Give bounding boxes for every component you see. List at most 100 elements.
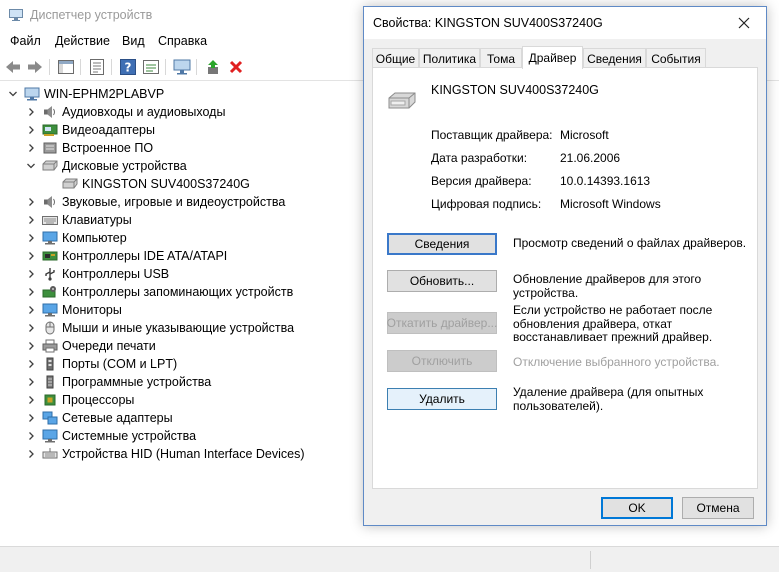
menu-help[interactable]: Справка <box>158 34 207 48</box>
tree-category-item[interactable]: Дисковые устройства <box>26 157 187 175</box>
mouse-icon <box>42 321 58 335</box>
chevron-right-icon[interactable] <box>26 341 36 351</box>
computer-icon <box>24 87 40 101</box>
tree-category-item[interactable]: Контроллеры USB <box>26 265 169 283</box>
tab-details[interactable]: Сведения <box>583 48 646 68</box>
properties-button[interactable] <box>87 57 107 77</box>
tree-category-item[interactable]: Контроллеры запоминающих устройств <box>26 283 293 301</box>
usb-icon <box>42 267 58 281</box>
disk-drive-icon <box>62 177 78 191</box>
chevron-right-icon[interactable] <box>26 413 36 423</box>
tree-item-label: Очереди печати <box>62 339 156 353</box>
svg-text:?: ? <box>125 61 132 75</box>
tree-category-item[interactable]: Компьютер <box>26 229 127 247</box>
tree-item-label: Мониторы <box>62 303 122 317</box>
driver-provider-value: Microsoft <box>560 128 609 142</box>
tree-category-item[interactable]: Системные устройства <box>26 427 196 445</box>
tree-category-item[interactable]: Звуковые, игровые и видеоустройства <box>26 193 285 211</box>
update-driver-icon <box>208 60 218 74</box>
forward-button[interactable] <box>25 57 45 77</box>
chevron-right-icon[interactable] <box>26 449 36 459</box>
chevron-right-icon[interactable] <box>26 323 36 333</box>
chevron-right-icon[interactable] <box>26 125 36 135</box>
digital-signer-label: Цифровая подпись: <box>431 197 542 211</box>
tree-category-item[interactable]: Видеоадаптеры <box>26 121 155 139</box>
uninstall-icon <box>229 60 243 74</box>
driver-tab-panel: KINGSTON SUV400S37240G Поставщик драйвер… <box>372 67 758 489</box>
chevron-right-icon[interactable] <box>26 395 36 405</box>
tree-child-item[interactable]: KINGSTON SUV400S37240G <box>62 175 250 193</box>
tree-category-item[interactable]: Мониторы <box>26 301 122 319</box>
uninstall-driver-button[interactable]: Удалить <box>387 388 497 410</box>
tree-item-label: Встроенное ПО <box>62 141 154 155</box>
tab-volumes[interactable]: Тома <box>480 48 522 68</box>
update-driver-button[interactable] <box>203 57 223 77</box>
tree-category-item[interactable]: Аудиовходы и аудиовыходы <box>26 103 225 121</box>
tree-category-item[interactable]: Мыши и иные указывающие устройства <box>26 319 294 337</box>
tree-root-label: WIN-EPHM2PLABVP <box>44 87 165 101</box>
chevron-down-icon[interactable] <box>26 161 36 171</box>
tree-category-item[interactable]: Контроллеры IDE ATA/ATAPI <box>26 247 227 265</box>
menu-view[interactable]: Вид <box>122 34 145 48</box>
chevron-right-icon[interactable] <box>26 287 36 297</box>
tree-category-item[interactable]: Встроенное ПО <box>26 139 153 157</box>
tab-policy[interactable]: Политика <box>419 48 480 68</box>
scan-hardware-button[interactable] <box>172 57 192 77</box>
help-button[interactable]: ? <box>118 57 138 77</box>
action-view-button[interactable] <box>141 57 161 77</box>
menu-action[interactable]: Действие <box>55 34 110 48</box>
roll-back-driver-button[interactable]: Откатить драйвер... <box>387 312 497 334</box>
driver-provider-label: Поставщик драйвера: <box>431 128 553 142</box>
driver-details-button[interactable]: Сведения <box>387 233 497 255</box>
chevron-down-icon[interactable] <box>8 89 18 99</box>
chevron-right-icon[interactable] <box>26 143 36 153</box>
system-device-icon <box>42 429 58 443</box>
tree-category-item[interactable]: Порты (COM и LPT) <box>26 355 177 373</box>
tab-driver[interactable]: Драйвер <box>522 46 583 69</box>
tab-events[interactable]: События <box>646 48 706 68</box>
show-hide-tree-icon <box>58 60 74 74</box>
tree-root[interactable]: WIN-EPHM2PLABVP <box>8 85 164 103</box>
chevron-right-icon[interactable] <box>26 377 36 387</box>
chevron-right-icon[interactable] <box>26 251 36 261</box>
chevron-right-icon[interactable] <box>26 305 36 315</box>
chevron-right-icon[interactable] <box>26 431 36 441</box>
firmware-icon <box>42 141 58 155</box>
tree-item-label: Мыши и иные указывающие устройства <box>62 321 295 335</box>
properties-icon <box>90 59 104 75</box>
show-hide-tree-button[interactable] <box>56 57 76 77</box>
chevron-right-icon[interactable] <box>26 197 36 207</box>
chevron-right-icon[interactable] <box>26 359 36 369</box>
dialog-title: Свойства: KINGSTON SUV400S37240G <box>373 16 603 30</box>
tree-category-item[interactable]: Программные устройства <box>26 373 211 391</box>
tree-category-item[interactable]: Процессоры <box>26 391 134 409</box>
ok-button[interactable]: OK <box>601 497 673 519</box>
uninstall-button[interactable] <box>226 57 246 77</box>
dialog-close-button[interactable] <box>722 7 766 39</box>
disable-device-button[interactable]: Отключить <box>387 350 497 372</box>
cancel-button[interactable]: Отмена <box>682 497 754 519</box>
tree-category-item[interactable]: Устройства HID (Human Interface Devices) <box>26 445 305 463</box>
properties-dialog: Свойства: KINGSTON SUV400S37240G Общие П… <box>363 6 767 526</box>
forward-arrow-icon <box>28 61 42 73</box>
ide-controller-icon <box>42 249 58 263</box>
dialog-title-bar: Свойства: KINGSTON SUV400S37240G <box>364 7 766 39</box>
tree-item-label: Процессоры <box>62 393 135 407</box>
action-view-icon <box>143 60 159 74</box>
toolbar-separator <box>111 59 112 75</box>
tree-item-label: Звуковые, игровые и видеоустройства <box>62 195 286 209</box>
update-driver-button[interactable]: Обновить... <box>387 270 497 292</box>
device-manager-icon <box>9 9 23 21</box>
chevron-right-icon[interactable] <box>26 233 36 243</box>
tree-category-item[interactable]: Сетевые адаптеры <box>26 409 173 427</box>
tab-general[interactable]: Общие <box>372 48 419 68</box>
back-button[interactable] <box>3 57 23 77</box>
device-manager-app: Диспетчер устройств Файл Действие Вид Сп… <box>0 0 779 572</box>
tree-category-item[interactable]: Очереди печати <box>26 337 156 355</box>
menu-file[interactable]: Файл <box>10 34 41 48</box>
chevron-right-icon[interactable] <box>26 107 36 117</box>
chevron-right-icon[interactable] <box>26 269 36 279</box>
tree-category-item[interactable]: Клавиатуры <box>26 211 132 229</box>
chevron-right-icon[interactable] <box>26 215 36 225</box>
monitor-icon <box>42 231 58 245</box>
